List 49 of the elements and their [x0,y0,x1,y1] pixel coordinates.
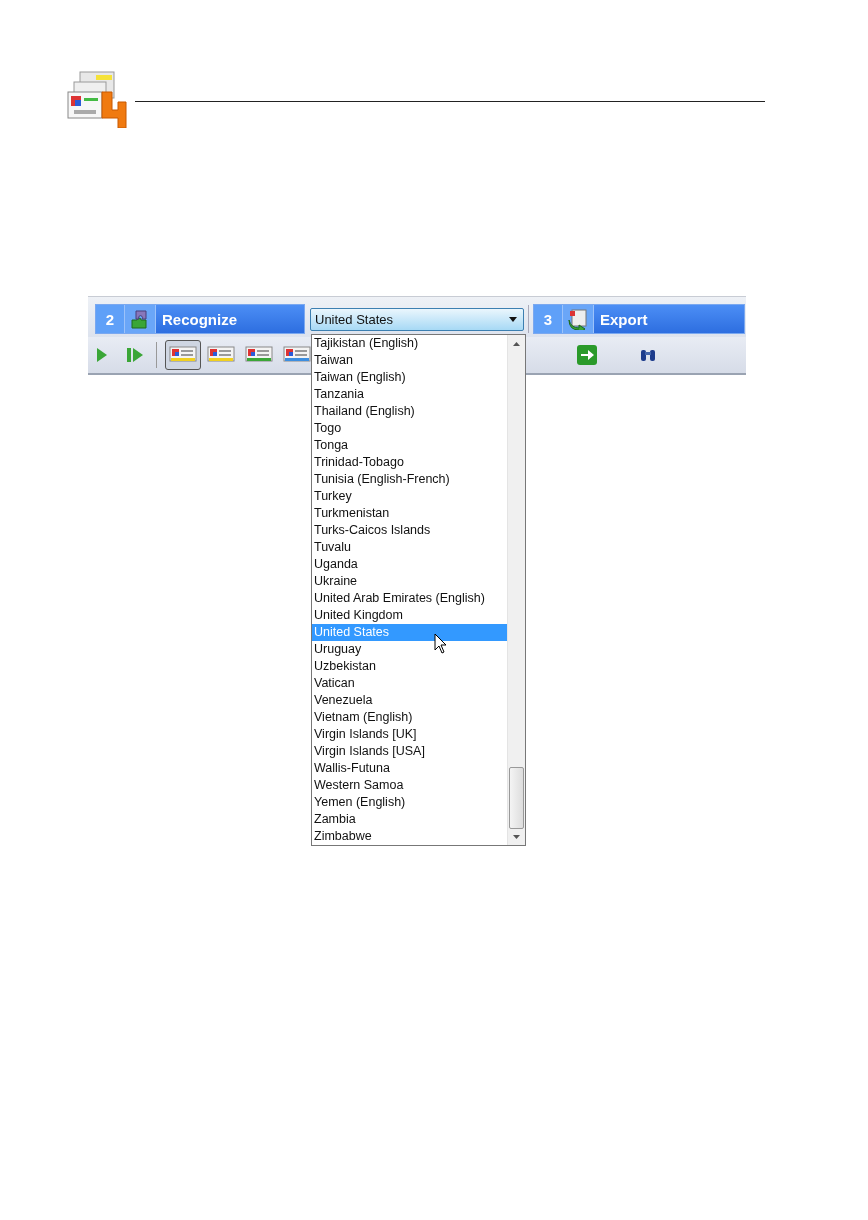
list-item[interactable]: Turkmenistan [312,505,507,522]
list-item[interactable]: Tuvalu [312,539,507,556]
list-item[interactable]: Wallis-Futuna [312,760,507,777]
list-item[interactable]: Venezuela [312,692,507,709]
view-button[interactable] [165,340,201,370]
app-logo-icon [66,70,128,128]
step-number: 3 [534,305,563,333]
list-item[interactable]: Tajikistan (English) [312,335,507,352]
step-play-icon[interactable] [126,347,144,363]
list-item[interactable]: Turkey [312,488,507,505]
scrollbar[interactable] [507,335,525,845]
step-tab[interactable]: 3 Export [533,304,745,334]
caret-icon [509,316,517,322]
export-icon [567,308,589,330]
list-item[interactable]: Togo [312,420,507,437]
list-item[interactable]: Uzbekistan [312,658,507,675]
list-item[interactable]: Taiwan (English) [312,369,507,386]
list-item[interactable]: Trinidad-Tobago [312,454,507,471]
list-item[interactable]: Vatican [312,675,507,692]
step-label: Export [599,309,648,330]
list-item[interactable]: Tunisia (English-French) [312,471,507,488]
mouse-cursor-icon [434,633,447,654]
play-icon[interactable] [96,347,108,363]
list-item[interactable]: Turks-Caicos Islands [312,522,507,539]
scroll-thumb[interactable] [509,767,524,829]
list-item[interactable]: Western Samoa [312,777,507,794]
scroll-down-icon[interactable] [513,835,520,839]
list-item[interactable]: Zimbabwe [312,828,507,845]
list-item[interactable]: Virgin Islands [UK] [312,726,507,743]
binoculars-icon[interactable] [639,347,657,363]
list-item[interactable]: United Kingdom [312,607,507,624]
arrow-right-icon[interactable] [577,345,597,365]
list-item[interactable]: Yemen (English) [312,794,507,811]
step-number: 2 [96,305,125,333]
list-item[interactable]: Uruguay [312,641,507,658]
country-dropdown[interactable]: United States [310,307,524,331]
list-item[interactable]: Tonga [312,437,507,454]
step-label: Recognize [161,309,237,330]
list-item[interactable]: Thailand (English) [312,403,507,420]
list-item[interactable]: Tanzania [312,386,507,403]
step-tab[interactable]: 2 Recognize [95,304,305,334]
list-item[interactable]: Taiwan [312,352,507,369]
list-item[interactable]: Ukraine [312,573,507,590]
list-item[interactable]: Virgin Islands [USA] [312,743,507,760]
list-item[interactable]: Uganda [312,556,507,573]
list-item[interactable]: Zambia [312,811,507,828]
scroll-up-icon[interactable] [513,342,520,346]
list-item[interactable]: Vietnam (English) [312,709,507,726]
list-item[interactable]: United Arab Emirates (English) [312,590,507,607]
